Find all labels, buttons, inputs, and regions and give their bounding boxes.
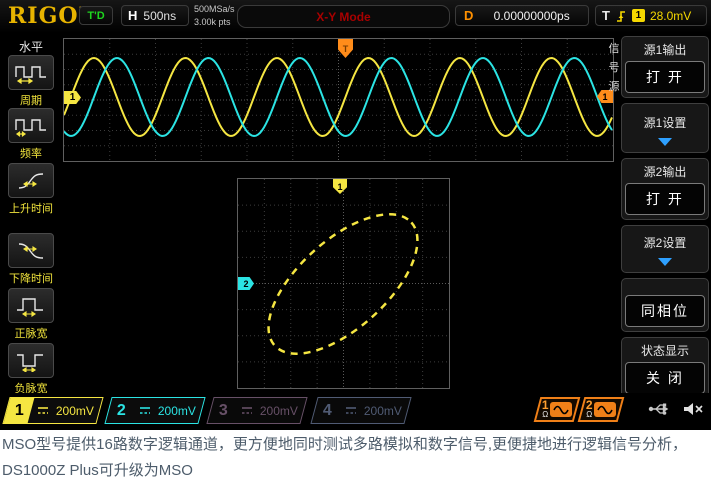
top-status-bar: RIGOL T'D H 500ns 500MSa/s 3.00k pts X-Y… [0, 0, 711, 33]
pos-width-label: 正脉宽 [0, 325, 62, 341]
trigger-edge-icon [615, 9, 627, 23]
channel3-number: 3 [208, 398, 239, 423]
dc-coupling-icon [345, 406, 357, 415]
pos-width-icon [14, 295, 48, 317]
delay-box[interactable]: D 0.00000000ps [455, 5, 589, 26]
menu-align-phase[interactable]: 同相位 [621, 278, 709, 332]
sine-wave-icon [594, 402, 616, 417]
dc-coupling-icon [37, 406, 49, 415]
align-phase-button[interactable]: 同相位 [625, 295, 705, 327]
channel1-scale: 200mV [56, 404, 94, 418]
fall-time-label: 下降时间 [0, 270, 62, 286]
menu-source2-output[interactable]: 源2输出 打 开 [621, 158, 709, 220]
caption-line1: MSO型号提供16路数字逻辑通道，更方便地同时测试多路模拟和数字信号,更便捷地进… [2, 434, 711, 456]
measure-item-fall-time[interactable]: 下降时间 [0, 233, 62, 286]
yt-waveform-window [63, 38, 614, 162]
pos-width-button[interactable] [8, 288, 54, 323]
speaker-muted-icon [682, 400, 704, 418]
rise-time-label: 上升时间 [0, 200, 62, 216]
menu-source1-settings[interactable]: 源1设置 [621, 103, 709, 153]
sample-rate: 500MSa/s [194, 3, 235, 16]
scope-screen: RIGOL T'D H 500ns 500MSa/s 3.00k pts X-Y… [0, 0, 711, 430]
frequency-label: 频率 [0, 145, 62, 161]
period-label: 周期 [0, 92, 62, 108]
rise-time-button[interactable] [8, 163, 54, 198]
menu-source1-output[interactable]: 源1输出 打 开 [621, 36, 709, 98]
xy-mode-indicator: X-Y Mode [237, 5, 450, 28]
rise-time-icon [14, 170, 48, 192]
memory-depth: 3.00k pts [194, 16, 235, 29]
channel2-badge[interactable]: 2 200mV [104, 397, 205, 424]
measure-item-frequency[interactable]: 频率 [0, 108, 62, 161]
d-label: D [464, 8, 473, 23]
oscilloscope-screenshot: RIGOL T'D H 500ns 500MSa/s 3.00k pts X-Y… [0, 0, 711, 483]
signal-source-vertical-label: 信 号 源 [606, 40, 622, 97]
period-button[interactable] [8, 55, 54, 90]
measure-item-pos-width[interactable]: 正脉宽 [0, 288, 62, 341]
source1-output-badge[interactable]: 1 Ω [534, 397, 581, 422]
channel-status-bar: 1 200mV 2 200mV 3 [0, 393, 711, 428]
trigger-box[interactable]: T 1 28.0mV [595, 5, 707, 26]
dc-coupling-icon [241, 406, 253, 415]
source1-output-button[interactable]: 打 开 [625, 61, 705, 93]
h-label: H [128, 8, 137, 23]
measure-item-neg-width[interactable]: 负脉宽 [0, 343, 62, 396]
horizontal-timebase-box[interactable]: H 500ns [121, 5, 189, 26]
frequency-button[interactable] [8, 108, 54, 143]
acquisition-info: 500MSa/s 3.00k pts [194, 3, 235, 29]
channel2-scale: 200mV [158, 404, 196, 418]
caption-line2: DS1000Z Plus可升级为MSO [2, 460, 711, 482]
soft-menu: 源1输出 打 开 源1设置 源2输出 打 开 源2设置 同相位 状态显示 关 闭 [621, 36, 709, 399]
fall-time-button[interactable] [8, 233, 54, 268]
frequency-icon [14, 115, 48, 137]
chevron-down-icon [658, 258, 672, 266]
timebase-value: 500ns [143, 9, 176, 23]
channel3-badge[interactable]: 3 200mV [206, 397, 307, 424]
measure-item-period[interactable]: 周期 [0, 55, 62, 108]
trigger-source-chip: 1 [632, 9, 645, 22]
channel4-scale: 200mV [364, 404, 402, 418]
neg-width-button[interactable] [8, 343, 54, 378]
trigger-level-value: 28.0mV [650, 9, 691, 23]
delay-value: 0.00000000ps [483, 9, 580, 23]
channel2-number: 2 [106, 398, 137, 423]
channel3-scale: 200mV [260, 404, 298, 418]
rail-title: 水平 [0, 38, 62, 55]
channel4-badge[interactable]: 4 200mV [310, 397, 411, 424]
measure-item-rise-time[interactable]: 上升时间 [0, 163, 62, 216]
dc-coupling-icon [139, 406, 151, 415]
measurement-rail: 水平 周期 频率 [0, 33, 62, 395]
channel1-badge[interactable]: 1 200mV [2, 397, 103, 424]
menu-status-display[interactable]: 状态显示 关 闭 [621, 337, 709, 399]
lissajous-plot [238, 179, 449, 388]
xy-display-window [237, 178, 450, 389]
neg-width-icon [14, 350, 48, 372]
t-label: T [602, 8, 610, 23]
status-display-button[interactable]: 关 闭 [625, 362, 705, 394]
product-caption: MSO型号提供16路数字逻辑通道，更方便地同时测试多路模拟和数字信号,更便捷地进… [0, 430, 711, 483]
menu-source2-settings[interactable]: 源2设置 [621, 225, 709, 273]
source2-output-button[interactable]: 打 开 [625, 183, 705, 215]
trigger-status-badge: T'D [79, 6, 113, 25]
fall-time-icon [14, 240, 48, 262]
source2-output-badge[interactable]: 2 Ω [578, 397, 625, 422]
yt-waveform-plot [64, 39, 613, 161]
chevron-down-icon [658, 138, 672, 146]
period-icon [14, 62, 48, 84]
sine-wave-icon [550, 402, 572, 417]
usb-icon [648, 400, 672, 418]
channel1-number: 1 [4, 398, 35, 423]
channel4-number: 4 [312, 398, 343, 423]
